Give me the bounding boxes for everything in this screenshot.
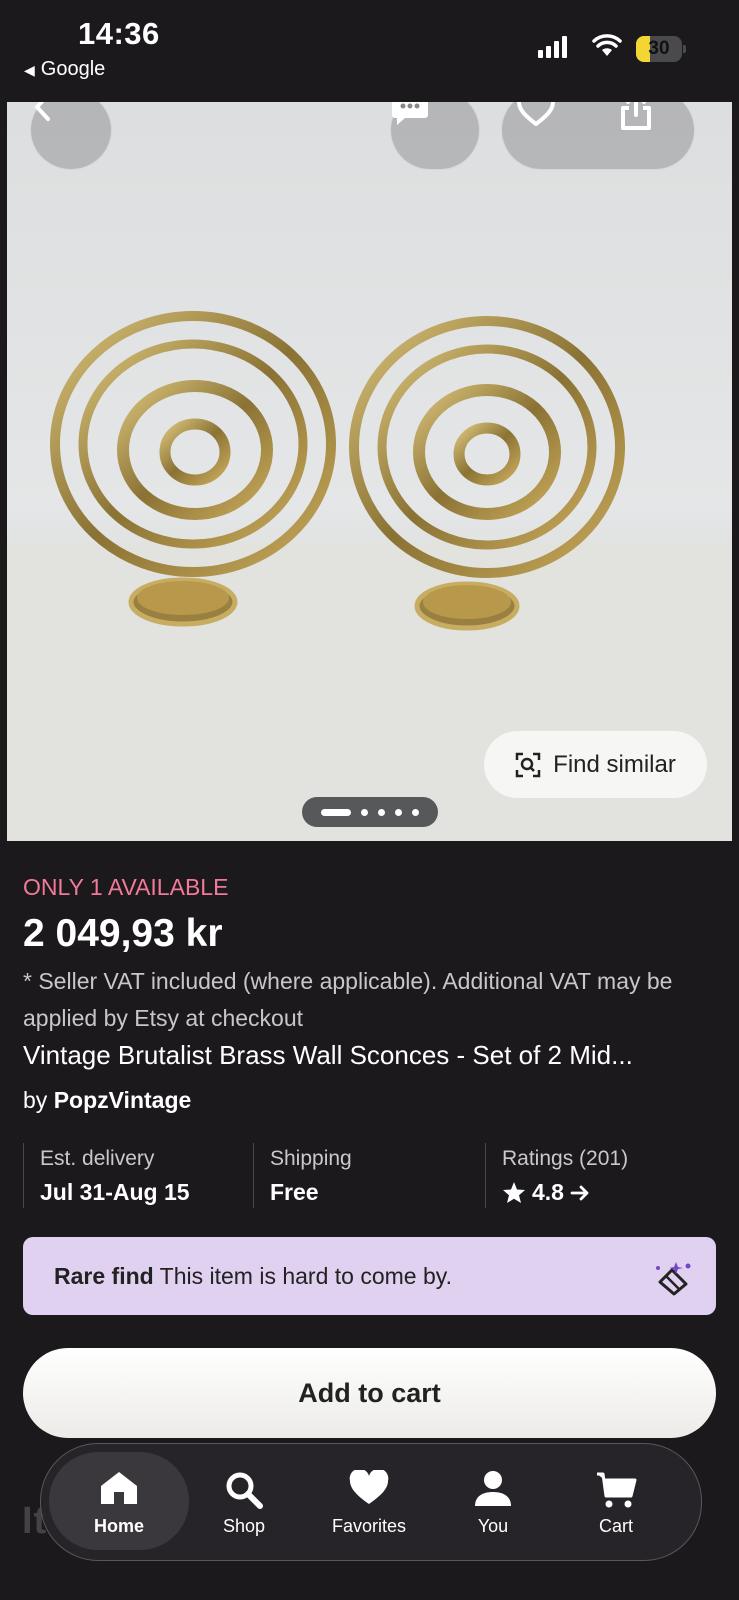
chevron-left-icon: [35, 102, 50, 121]
back-triangle-icon: ◀: [24, 62, 35, 78]
star-icon: [503, 1182, 525, 1203]
delivery-label: Est. delivery: [40, 1147, 155, 1170]
heart-icon: [349, 1470, 389, 1504]
cart-icon: [597, 1472, 637, 1508]
message-seller-button[interactable]: [390, 102, 480, 170]
tab-shop[interactable]: Shop: [189, 1444, 299, 1560]
carousel-dot[interactable]: [321, 808, 351, 816]
tab-you[interactable]: You: [438, 1444, 548, 1560]
tab-favorites-label: Favorites: [331, 1516, 407, 1536]
chat-bubble-icon: [392, 102, 428, 125]
search-icon: [226, 1472, 263, 1509]
carousel-indicator[interactable]: [302, 797, 438, 827]
carousel-dot[interactable]: [412, 808, 419, 816]
rare-find-banner: Rare find This item is hard to come by.: [23, 1237, 716, 1315]
tab-shop-label: Shop: [222, 1516, 266, 1536]
delivery-value: Jul 31-Aug 15: [40, 1179, 190, 1205]
battery-indicator: 30: [636, 36, 686, 62]
carousel-dot[interactable]: [378, 808, 385, 816]
share-icon: [621, 102, 651, 130]
heart-outline-icon: [516, 102, 556, 126]
ratings-stat[interactable]: Ratings (201) 4.8: [485, 1143, 717, 1208]
battery-percent: 30: [648, 38, 670, 59]
delivery-stat: Est. delivery Jul 31-Aug 15: [23, 1143, 250, 1208]
rare-find-title: Rare find: [54, 1263, 154, 1289]
tab-cart-label: Cart: [598, 1516, 633, 1536]
ratings-value: 4.8: [532, 1179, 564, 1205]
shipping-label: Shipping: [270, 1147, 352, 1170]
vat-note: * Seller VAT included (where applicable)…: [23, 968, 673, 1031]
wifi-icon: [592, 34, 622, 56]
tab-favorites[interactable]: Favorites: [314, 1444, 424, 1560]
carousel-dot[interactable]: [395, 808, 402, 816]
cellular-signal-icon: [538, 36, 567, 58]
seller-prefix: by: [23, 1087, 48, 1113]
listing-title[interactable]: Vintage Brutalist Brass Wall Sconces - S…: [23, 1040, 723, 1071]
price: 2 049,93 kr: [23, 912, 223, 955]
arrow-right-icon: [570, 1185, 589, 1200]
ratings-label: Ratings (201): [502, 1147, 629, 1170]
ratings-value-row[interactable]: 4.8: [502, 1179, 717, 1206]
status-bar: 14:36 ◀ Google 30: [0, 0, 739, 100]
bottom-tab-bar: Home Shop Favorites You Cart: [40, 1443, 702, 1561]
diamond-sparkle-icon: [656, 1262, 691, 1296]
tab-home[interactable]: Home: [64, 1444, 174, 1560]
favorite-button[interactable]: [516, 102, 586, 169]
person-icon: [475, 1471, 511, 1506]
find-similar-button[interactable]: Find similar: [484, 731, 707, 798]
favorite-share-group: [501, 102, 695, 170]
add-to-cart-button[interactable]: Add to cart: [23, 1348, 716, 1438]
back-app-label: Google: [40, 58, 106, 80]
share-button[interactable]: [618, 102, 688, 169]
rare-find-description: This item is hard to come by.: [159, 1263, 452, 1289]
listing-stats: Est. delivery Jul 31-Aug 15 Shipping Fre…: [23, 1143, 717, 1208]
tab-cart[interactable]: Cart: [561, 1444, 671, 1560]
seller-line: by PopzVintage: [23, 1087, 191, 1114]
tab-you-label: You: [477, 1516, 509, 1536]
shipping-stat: Shipping Free: [253, 1143, 483, 1208]
visual-search-icon: [515, 752, 541, 777]
back-to-app-link[interactable]: ◀ Google: [24, 58, 105, 81]
find-similar-label: Find similar: [553, 750, 676, 778]
clock: 14:36: [78, 16, 160, 51]
rare-find-text: Rare find This item is hard to come by.: [54, 1237, 452, 1315]
shipping-value: Free: [270, 1179, 319, 1205]
carousel-dot[interactable]: [361, 808, 368, 816]
tab-home-label: Home: [93, 1516, 144, 1536]
home-icon: [101, 1472, 137, 1504]
seller-name-link[interactable]: PopzVintage: [54, 1087, 192, 1113]
stock-note: ONLY 1 AVAILABLE: [23, 874, 229, 900]
